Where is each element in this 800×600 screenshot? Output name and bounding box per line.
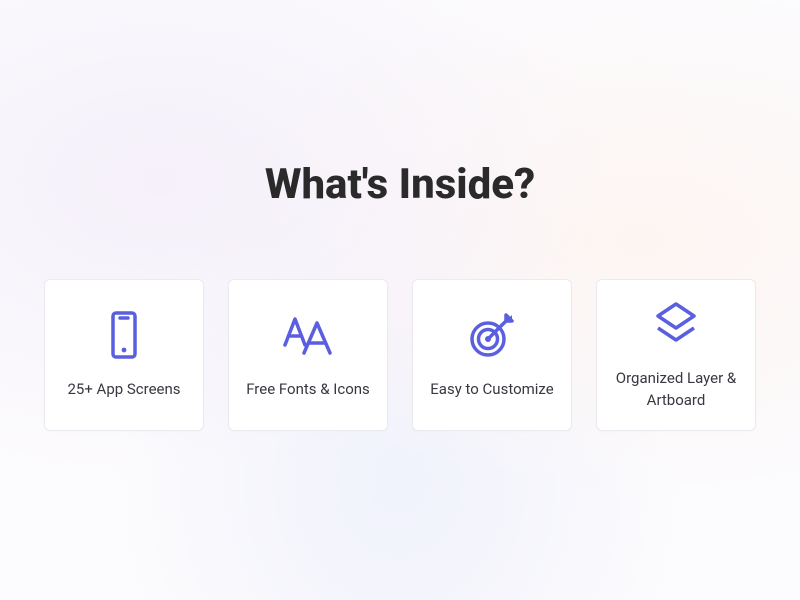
feature-label: 25+ App Screens <box>67 379 180 401</box>
feature-cards: 25+ App Screens Free Fonts & Icons Easy <box>6 279 794 431</box>
feature-card-customize: Easy to Customize <box>412 279 572 431</box>
feature-label: Easy to Customize <box>430 379 553 401</box>
feature-label: Free Fonts & Icons <box>246 379 370 401</box>
typography-icon <box>282 309 334 361</box>
section-heading: What's Inside? <box>265 160 535 209</box>
target-icon <box>466 309 518 361</box>
layers-icon <box>650 298 702 350</box>
smartphone-icon <box>98 309 150 361</box>
feature-card-fonts: Free Fonts & Icons <box>228 279 388 431</box>
feature-label: Organized Layer & Artboard <box>607 368 745 412</box>
feature-card-layers: Organized Layer & Artboard <box>596 279 756 431</box>
feature-card-screens: 25+ App Screens <box>44 279 204 431</box>
